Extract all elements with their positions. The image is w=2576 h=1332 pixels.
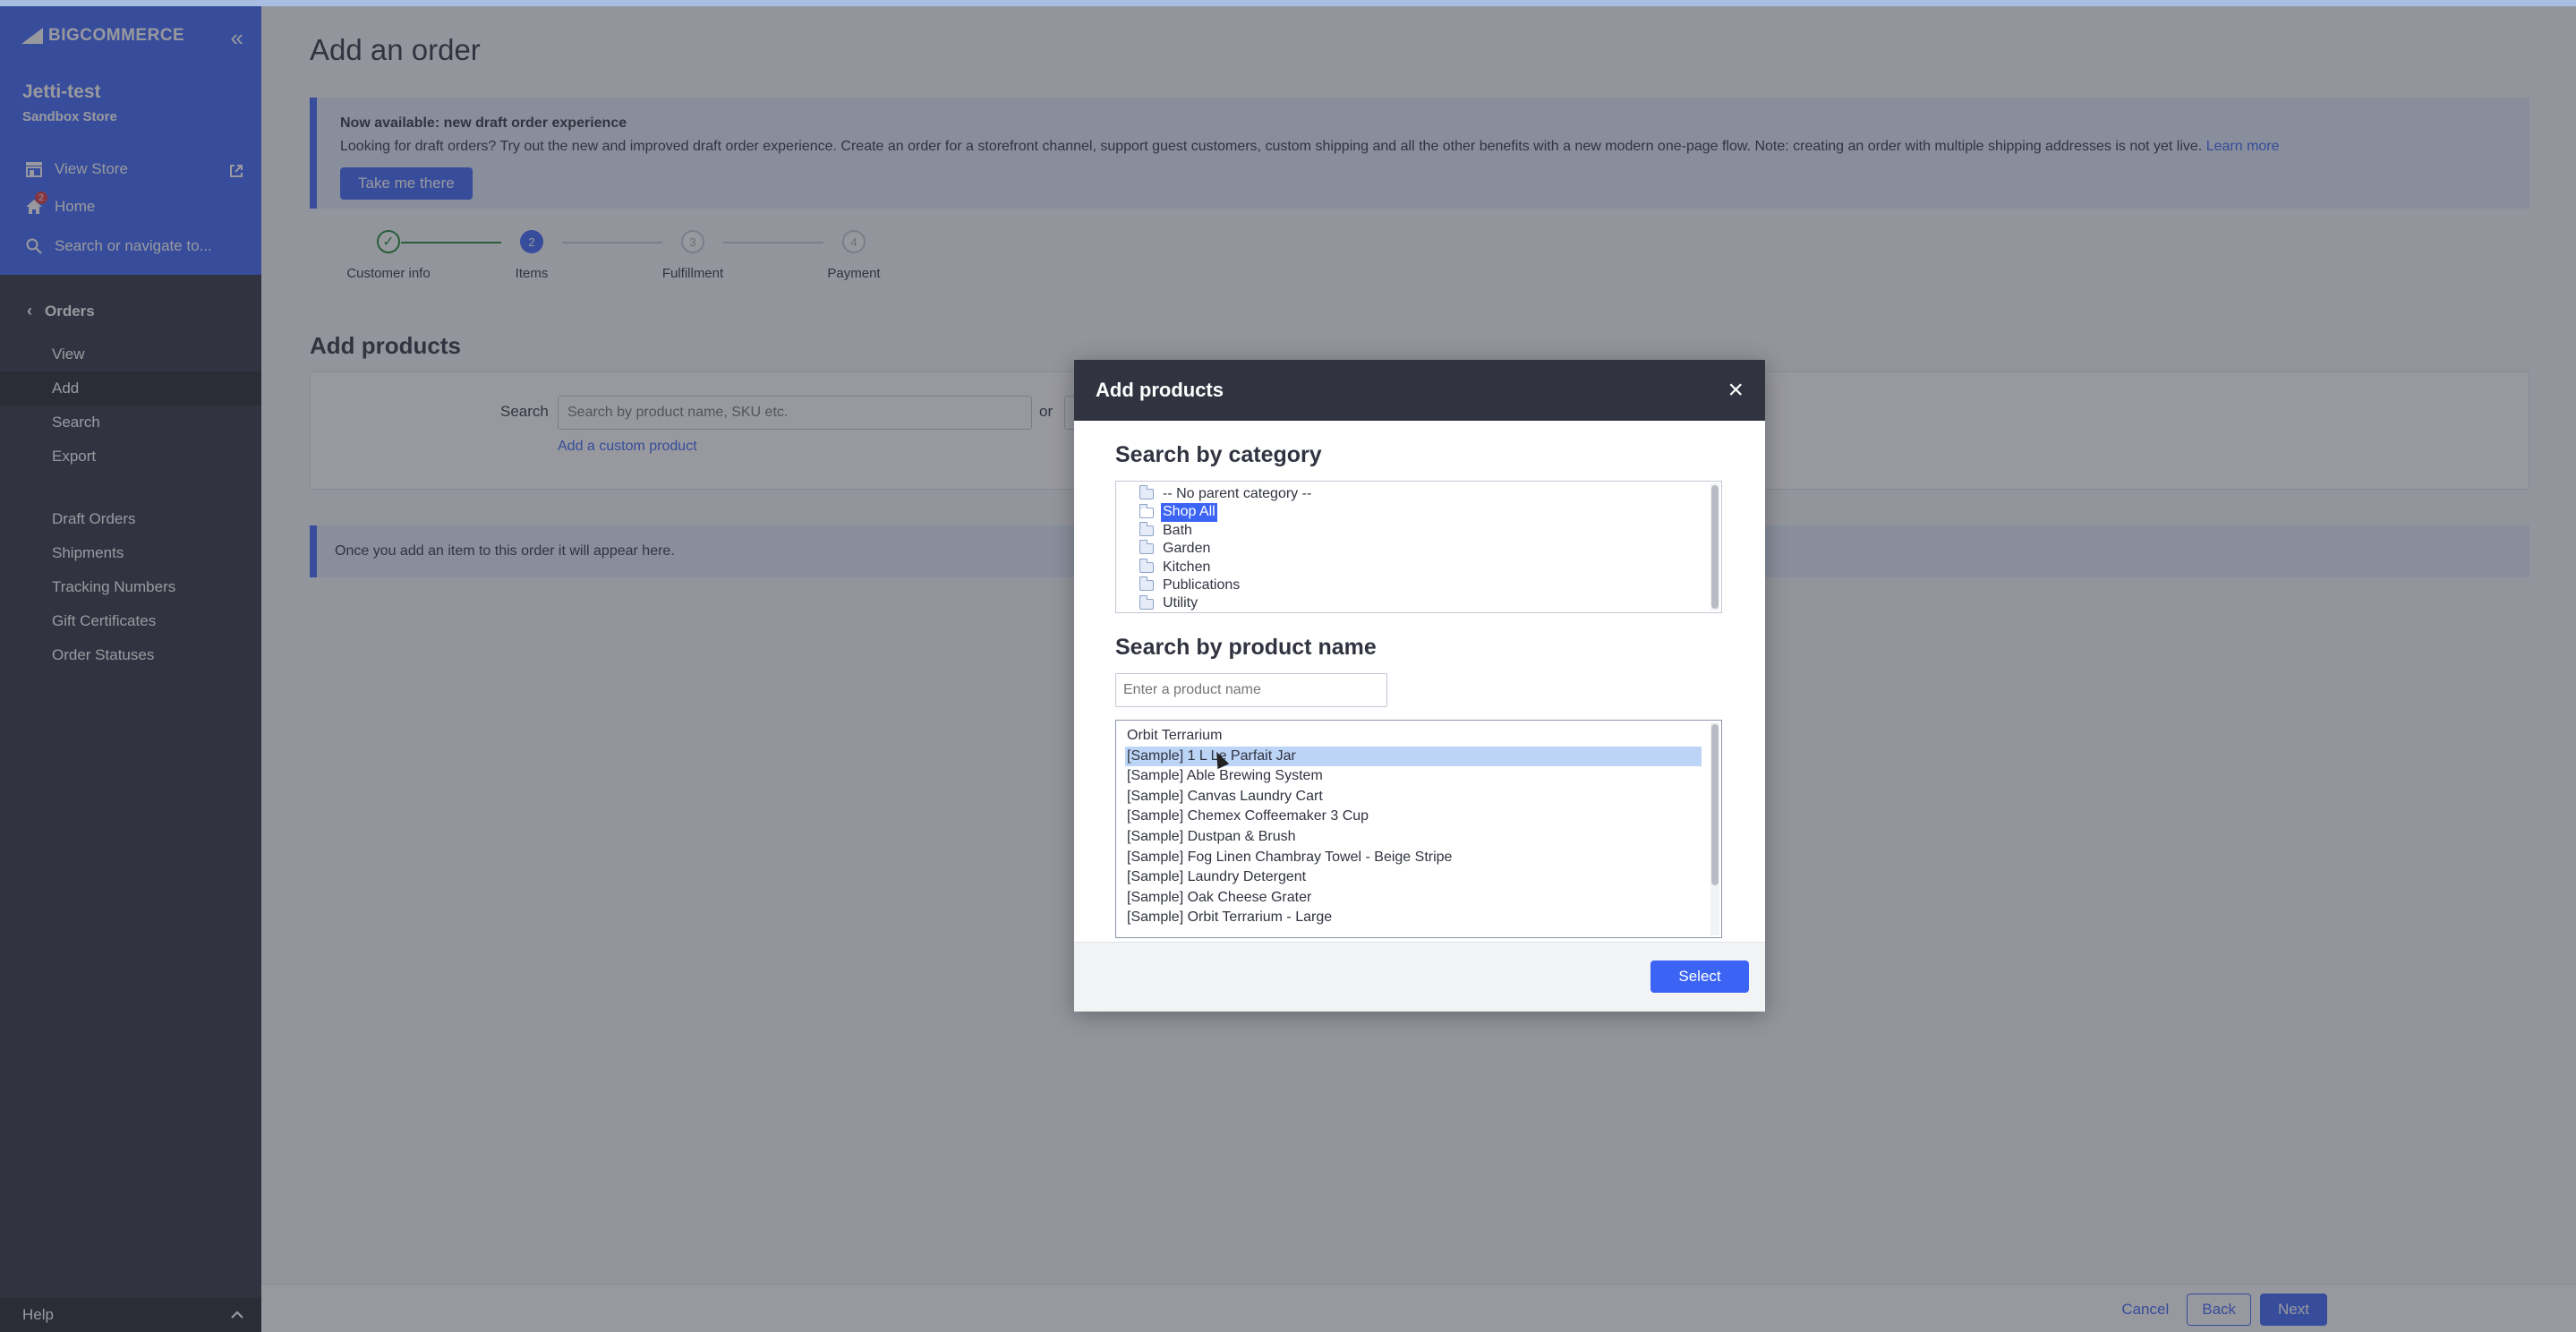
folder-icon xyxy=(1139,594,1154,610)
category-label: Publications xyxy=(1163,576,1241,593)
scrollbar-thumb[interactable] xyxy=(1711,724,1719,885)
product-list-item[interactable]: [Sample] Chemex Coffeemaker 3 Cup xyxy=(1125,807,1702,827)
product-list-item[interactable]: [Sample] Orbit Terrarium - Large xyxy=(1125,908,1702,928)
category-item[interactable]: Shop All xyxy=(1116,503,1721,522)
product-list-item[interactable]: [Sample] Canvas Laundry Cart xyxy=(1125,787,1702,807)
browser-top-strip xyxy=(0,0,2576,6)
product-list-item[interactable]: [Sample] Fog Linen Chambray Towel - Beig… xyxy=(1125,848,1702,868)
category-label: Utility xyxy=(1163,595,1198,611)
product-list-item[interactable]: [Sample] Laundry Detergent xyxy=(1125,867,1702,888)
category-scrollbar[interactable] xyxy=(1710,483,1719,610)
product-list-scrollbar[interactable] xyxy=(1710,722,1719,935)
category-label: Shop All xyxy=(1161,503,1217,522)
product-list-item[interactable]: [Sample] Able Brewing System xyxy=(1125,766,1702,787)
modal-title: Add products xyxy=(1096,379,1224,401)
folder-icon xyxy=(1139,503,1154,518)
category-item[interactable]: Garden xyxy=(1116,540,1721,558)
product-list[interactable]: Orbit Terrarium [Sample] 1 L Le Parfait … xyxy=(1115,720,1722,938)
folder-icon xyxy=(1139,521,1154,536)
category-item[interactable]: -- No parent category -- xyxy=(1116,485,1721,503)
modal-body: Search by category -- No parent category… xyxy=(1074,442,1765,938)
category-label: Bath xyxy=(1163,522,1192,538)
folder-icon xyxy=(1139,485,1154,500)
modal-footer: Select xyxy=(1074,942,1765,1012)
close-icon[interactable]: × xyxy=(1727,377,1744,404)
folder-icon xyxy=(1139,540,1154,555)
add-products-modal: Add products × Search by category -- No … xyxy=(1074,360,1765,1012)
category-item[interactable]: Publications xyxy=(1116,576,1721,594)
product-name-heading: Search by product name xyxy=(1115,635,1377,660)
product-list-item[interactable]: [Sample] Dustpan & Brush xyxy=(1125,827,1702,848)
folder-icon xyxy=(1139,576,1154,592)
category-label: -- No parent category -- xyxy=(1163,486,1312,501)
category-label: Garden xyxy=(1163,541,1211,557)
modal-header: Add products × xyxy=(1074,360,1765,421)
product-list-item[interactable]: Orbit Terrarium xyxy=(1125,726,1702,747)
category-label: Kitchen xyxy=(1163,559,1211,575)
category-item[interactable]: Kitchen xyxy=(1116,558,1721,576)
scrollbar-thumb[interactable] xyxy=(1711,485,1719,609)
product-name-input[interactable] xyxy=(1115,673,1387,707)
category-tree[interactable]: -- No parent category -- Shop All Bath G… xyxy=(1115,481,1722,613)
product-list-item[interactable]: [Sample] Oak Cheese Grater xyxy=(1125,888,1702,909)
category-item[interactable]: Utility xyxy=(1116,594,1721,612)
folder-icon xyxy=(1139,558,1154,573)
select-button[interactable]: Select xyxy=(1651,961,1749,993)
category-heading: Search by category xyxy=(1115,442,1322,467)
category-item[interactable]: Bath xyxy=(1116,521,1721,540)
